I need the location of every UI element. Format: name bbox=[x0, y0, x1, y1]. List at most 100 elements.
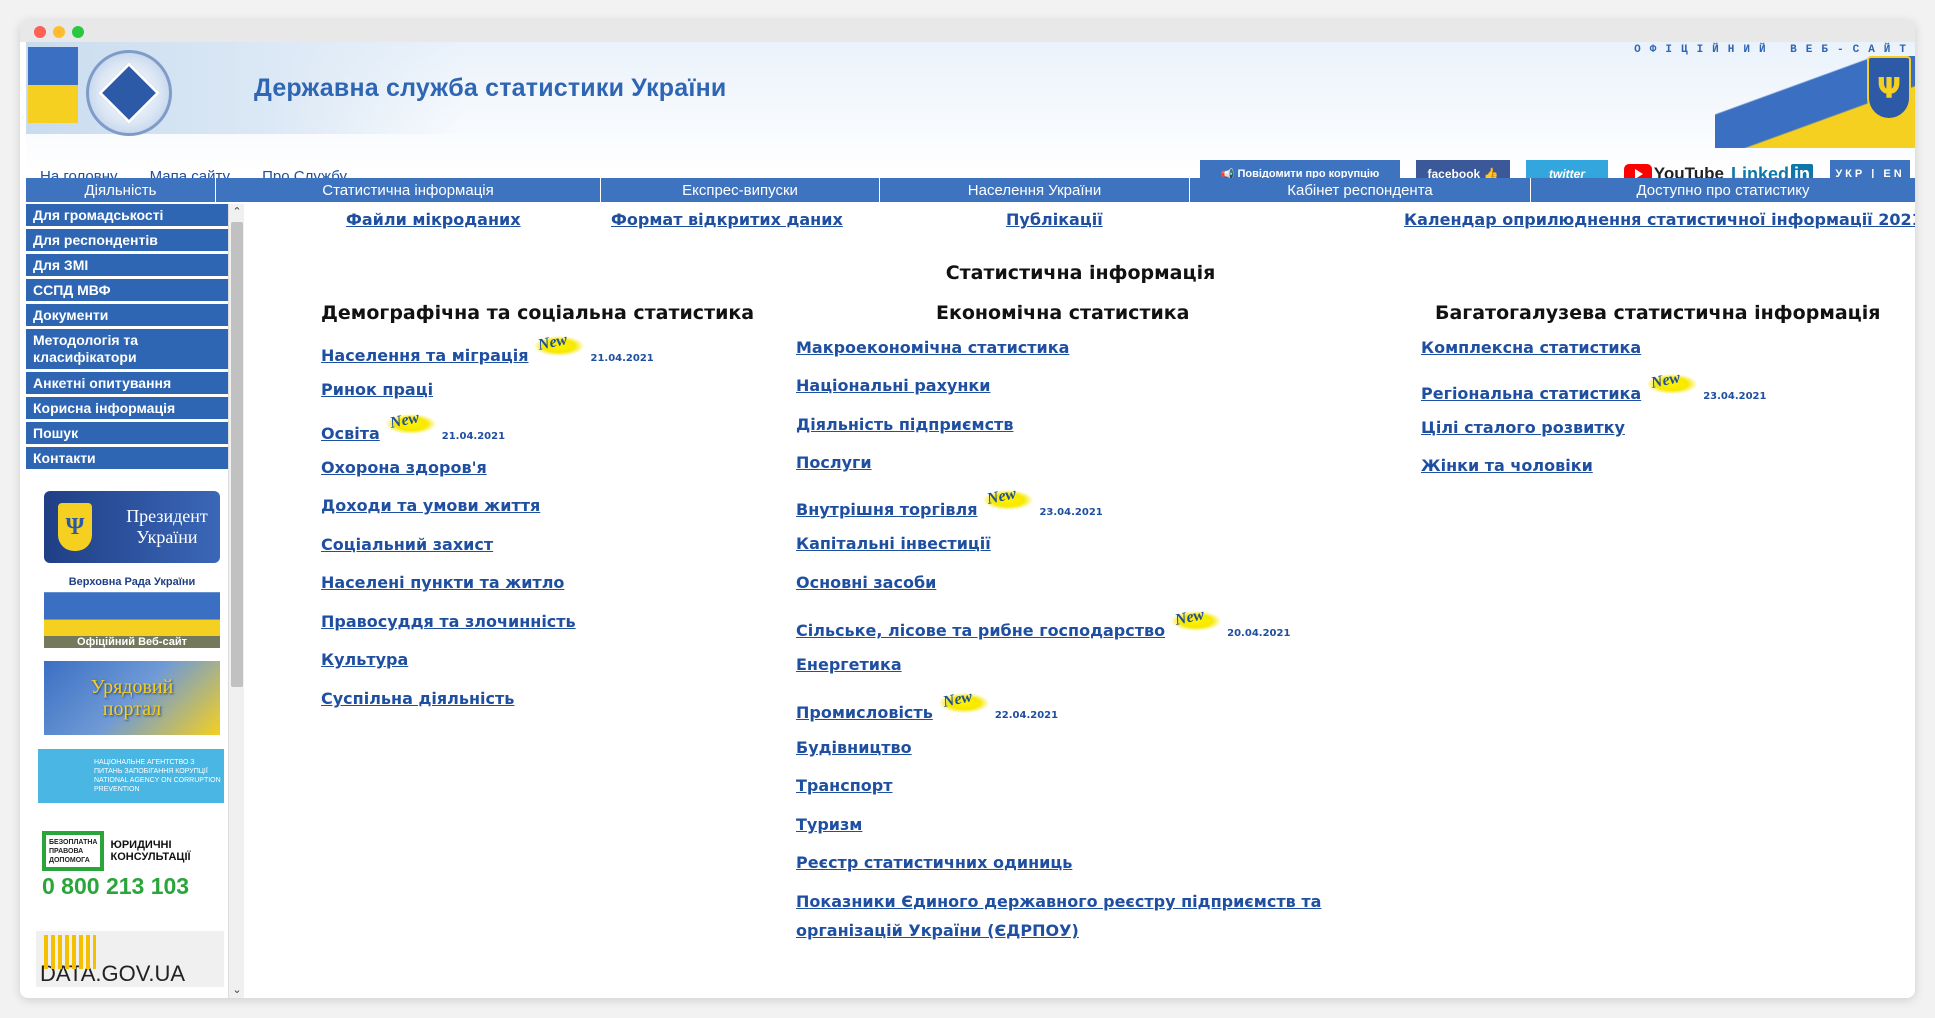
list-item: Суспільна діяльність bbox=[321, 689, 514, 709]
sidebar-scrollbar[interactable]: ⌃ ⌄ bbox=[228, 204, 244, 998]
link-complex-stats[interactable]: Комплексна статистика bbox=[1421, 338, 1641, 358]
column-title-demographic: Демографічна та соціальна статистика bbox=[321, 302, 755, 324]
link-industry[interactable]: Промисловість bbox=[796, 703, 933, 723]
link-settlements[interactable]: Населені пункти та житло bbox=[321, 573, 564, 593]
scroll-up-icon[interactable]: ⌃ bbox=[229, 204, 245, 220]
sidebar-item-sdds[interactable]: ССПД МВФ bbox=[26, 279, 232, 303]
column-title-economic: Економічна статистика bbox=[936, 302, 1190, 324]
nav-statistical-info[interactable]: Статистична інформація bbox=[216, 178, 601, 202]
microdata-link[interactable]: Файли мікроданих bbox=[346, 210, 521, 229]
browser-window: Державна служба статистики України ОФІЦІ… bbox=[20, 20, 1915, 998]
link-macroeconomic[interactable]: Макроекономічна статистика bbox=[796, 338, 1069, 358]
legal-aid-banner[interactable]: БЕЗОПЛАТНА ПРАВОВА ДОПОМОГА ЮРИДИЧНІ КОН… bbox=[36, 826, 224, 904]
main-nav: Діяльність Статистична інформація Експре… bbox=[26, 178, 1915, 202]
nav-respondent-cabinet[interactable]: Кабінет респондента bbox=[1190, 178, 1531, 202]
link-regional-stats[interactable]: Регіональна статистика bbox=[1421, 384, 1641, 404]
rada-banner[interactable]: Верховна Рада України Офіційний Веб-сайт bbox=[44, 576, 220, 648]
nav-stats-explained[interactable]: Доступно про статистику bbox=[1531, 178, 1915, 202]
window-titlebar bbox=[20, 20, 1915, 42]
link-enterprises[interactable]: Діяльність підприємств bbox=[796, 415, 1013, 435]
link-social-activity[interactable]: Суспільна діяльність bbox=[321, 689, 514, 709]
list-item: Жінки та чоловіки bbox=[1421, 456, 1593, 476]
datagov-banner[interactable]: DATA.GOV.UA bbox=[36, 931, 224, 987]
official-site-label: ОФІЦІЙНИЙ ВЕБ-САЙТ bbox=[1634, 44, 1915, 56]
sidebar-item-methodology[interactable]: Методологія та класифікатори bbox=[26, 329, 232, 371]
link-education[interactable]: Освіта bbox=[321, 424, 380, 444]
sidebar-item-contacts[interactable]: Контакти bbox=[26, 447, 232, 471]
page-title: Статистична інформація bbox=[945, 262, 1216, 284]
link-edrpou[interactable]: Показники Єдиного державного реєстру під… bbox=[796, 892, 1321, 912]
link-social-protection[interactable]: Соціальний захист bbox=[321, 535, 493, 555]
scroll-down-icon[interactable]: ⌄ bbox=[229, 982, 245, 998]
calendar-link[interactable]: Календар оприлюднення статистичної інфор… bbox=[1404, 210, 1915, 229]
gov-portal-banner[interactable]: Урядовий портал bbox=[44, 661, 220, 735]
list-item: Освіта New 21.04.2021 bbox=[321, 409, 505, 444]
scroll-thumb[interactable] bbox=[231, 222, 243, 687]
link-income[interactable]: Доходи та умови життя bbox=[321, 496, 540, 516]
list-item: Регіональна статистика New 23.04.2021 bbox=[1421, 369, 1767, 404]
minimize-window-icon[interactable] bbox=[53, 26, 65, 38]
link-capital-investment[interactable]: Капітальні інвестиції bbox=[796, 534, 991, 554]
link-tourism[interactable]: Туризм bbox=[796, 815, 862, 835]
sidebar-item-useful-info[interactable]: Корисна інформація bbox=[26, 397, 232, 421]
list-item: Туризм bbox=[796, 815, 862, 835]
nazk-banner[interactable]: НАЦІОНАЛЬНЕ АГЕНТСТВО З ПИТАНЬ ЗАПОБІГАН… bbox=[38, 749, 224, 803]
link-culture[interactable]: Культура bbox=[321, 650, 408, 670]
link-sdg[interactable]: Цілі сталого розвитку bbox=[1421, 418, 1625, 438]
rada-banner-label: Верховна Рада України bbox=[68, 576, 196, 588]
list-item: Послуги bbox=[796, 453, 872, 473]
link-population-migration[interactable]: Населення та міграція bbox=[321, 346, 528, 366]
link-domestic-trade[interactable]: Внутрішня торгівля bbox=[796, 500, 977, 520]
list-item: Макроекономічна статистика bbox=[796, 338, 1069, 358]
ukraine-flag-icon bbox=[28, 47, 78, 127]
rada-banner-sublabel: Офіційний Веб-сайт bbox=[44, 636, 220, 648]
sidebar-item-media[interactable]: Для ЗМІ bbox=[26, 254, 232, 278]
new-badge-icon: New bbox=[938, 688, 989, 715]
legal-aid-consult: ЮРИДИЧНІ КОНСУЛЬТАЦІЇ bbox=[110, 838, 191, 863]
update-date: 23.04.2021 bbox=[1039, 507, 1103, 518]
list-item: Внутрішня торгівля New 23.04.2021 bbox=[796, 485, 1103, 520]
link-labour-market[interactable]: Ринок праці bbox=[321, 380, 433, 400]
list-item: Будівництво bbox=[796, 738, 912, 758]
open-data-link[interactable]: Формат відкритих даних bbox=[611, 210, 843, 229]
list-item: Реєстр статистичних одиниць bbox=[796, 853, 1072, 873]
link-agriculture[interactable]: Сільське, лісове та рибне господарство bbox=[796, 621, 1165, 641]
publications-link[interactable]: Публікації bbox=[1006, 210, 1103, 229]
president-banner[interactable]: Ψ Президент України bbox=[44, 491, 220, 563]
link-justice[interactable]: Правосуддя та злочинність bbox=[321, 612, 576, 632]
link-services[interactable]: Послуги bbox=[796, 453, 872, 473]
update-date: 23.04.2021 bbox=[1703, 391, 1767, 402]
link-energy[interactable]: Енергетика bbox=[796, 655, 902, 675]
list-item: Національні рахунки bbox=[796, 376, 990, 396]
list-item: Населення та міграція New 21.04.2021 bbox=[321, 331, 654, 366]
maximize-window-icon[interactable] bbox=[72, 26, 84, 38]
president-banner-label: Президент України bbox=[126, 506, 208, 547]
site-header: Державна служба статистики України ОФІЦІ… bbox=[26, 42, 1915, 174]
update-date: 22.04.2021 bbox=[994, 710, 1059, 721]
link-national-accounts[interactable]: Національні рахунки bbox=[796, 376, 990, 396]
close-window-icon[interactable] bbox=[34, 26, 46, 38]
list-item: Капітальні інвестиції bbox=[796, 534, 991, 554]
link-statistical-register[interactable]: Реєстр статистичних одиниць bbox=[796, 853, 1072, 873]
legal-aid-frame: БЕЗОПЛАТНА ПРАВОВА ДОПОМОГА bbox=[42, 830, 105, 871]
link-health[interactable]: Охорона здоров'я bbox=[321, 458, 487, 478]
sidebar-item-documents[interactable]: Документи bbox=[26, 304, 232, 328]
list-item: Сільське, лісове та рибне господарство N… bbox=[796, 606, 1290, 641]
list-item: Показники Єдиного державного реєстру під… bbox=[796, 892, 1321, 912]
new-badge-icon: New bbox=[983, 485, 1034, 512]
sidebar-item-search[interactable]: Пошук bbox=[26, 422, 232, 446]
nav-express-releases[interactable]: Експрес-випуски bbox=[601, 178, 880, 202]
link-transport[interactable]: Транспорт bbox=[796, 776, 892, 796]
sidebar-item-surveys[interactable]: Анкетні опитування bbox=[26, 372, 232, 396]
sidebar-item-public[interactable]: Для громадськості bbox=[26, 204, 232, 228]
link-edrpou-cont[interactable]: організацій України (ЄДРПОУ) bbox=[796, 921, 1079, 941]
nav-population[interactable]: Населення України bbox=[880, 178, 1190, 202]
link-women-men[interactable]: Жінки та чоловіки bbox=[1421, 456, 1593, 476]
nav-activity[interactable]: Діяльність bbox=[26, 178, 216, 202]
ukrstat-logo-icon[interactable] bbox=[86, 50, 172, 136]
link-fixed-assets[interactable]: Основні засоби bbox=[796, 573, 936, 593]
link-construction[interactable]: Будівництво bbox=[796, 738, 912, 758]
list-item: Транспорт bbox=[796, 776, 892, 796]
sidebar-item-respondents[interactable]: Для респондентів bbox=[26, 229, 232, 253]
site-title[interactable]: Державна служба статистики України bbox=[254, 74, 727, 103]
